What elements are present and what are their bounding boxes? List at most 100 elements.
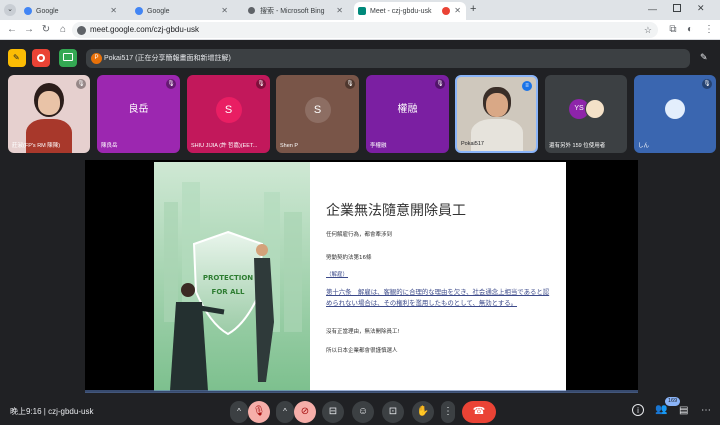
forward-icon[interactable]: → [22, 23, 36, 37]
participant-avatar-photo [665, 99, 685, 119]
chat-icon[interactable]: ▤ [679, 405, 688, 416]
participant-face [38, 91, 60, 115]
participant-name: しん [638, 143, 650, 149]
presenter-avatar: P [91, 53, 102, 64]
mic-off-icon: 🎙 [252, 406, 266, 417]
extensions-icon[interactable]: ⧉ [666, 23, 680, 37]
slide-line: 任何解雇行為，都會牽涉到 [326, 232, 393, 238]
present-button[interactable] [59, 49, 77, 67]
new-tab-button[interactable]: + [470, 3, 476, 15]
raise-hand-button[interactable]: ✋ [412, 401, 434, 423]
url-text: meet.google.com/czj-gbdu-usk [90, 25, 199, 34]
close-icon[interactable]: ✕ [454, 6, 461, 15]
participant-avatar-photo [585, 99, 605, 119]
participant-tile[interactable]: S 🎙 SHIU JIJIA (許 哲嘉)(EET... [187, 75, 270, 153]
participant-tile[interactable]: S 🎙 Shen P [276, 75, 359, 153]
address-bar[interactable]: meet.google.com/czj-gbdu-usk ☆ [72, 22, 658, 38]
slide-title: 企業無法隨意開除員工 [326, 203, 466, 219]
camera-toggle-button[interactable]: ⊘ [294, 401, 316, 423]
reload-icon[interactable]: ↻ [39, 23, 53, 37]
back-icon[interactable]: ← [5, 23, 19, 37]
shield-text-1: PROTECTION [203, 274, 253, 282]
bookmark-star-icon[interactable]: ☆ [644, 22, 652, 38]
participant-name: 李權融 [370, 143, 387, 149]
leave-call-button[interactable]: ☎ [462, 401, 496, 423]
tab-google-2[interactable]: Google ✕ [131, 2, 233, 20]
mic-off-icon: 🎙 [345, 79, 355, 89]
slide-line: （解雇） [326, 272, 349, 278]
participant-tile[interactable]: 權融 🎙 李權融 [366, 75, 449, 153]
tab-title: 搜索 - Microsoft Bing [260, 8, 325, 15]
participant-count-badge: 169 [665, 397, 681, 406]
participant-tile[interactable]: 🎙 莊淑(FP's RM 陳陳) [8, 75, 90, 153]
slide-filmstrip [85, 390, 638, 393]
annotate-pen-icon[interactable]: ✎ [700, 52, 708, 63]
presenter-banner-text: Pokai517 (正在分享簡報畫面和新增註解) [104, 55, 231, 62]
stop-record-button[interactable] [32, 49, 50, 67]
profile-icon[interactable]: ◐ [683, 23, 697, 37]
mic-off-icon: 🎙 [702, 79, 712, 89]
close-icon[interactable]: ✕ [221, 6, 228, 15]
reactions-button[interactable]: ☺ [352, 401, 374, 423]
meeting-details-icon[interactable]: i [632, 404, 644, 416]
annotation-button[interactable]: ✎ [8, 49, 26, 67]
tab-title: Google [36, 7, 59, 15]
screen-icon [63, 53, 73, 61]
home-icon[interactable]: ⌂ [56, 23, 70, 37]
slide-line: 沒有正當理由，無法開除員工! [326, 329, 400, 335]
slide-article-text: 第十六条 解雇は、客観的に合理的な理由を欠き、社会通念上相当であると認められない… [326, 288, 550, 307]
people-icon[interactable]: 👥 [655, 404, 667, 415]
mic-toggle-button[interactable]: 🎙 [248, 401, 270, 423]
emoji-icon: ☺ [357, 406, 369, 417]
recording-indicator-icon [442, 7, 450, 15]
speaking-icon: ≡ [522, 81, 532, 91]
participant-avatar: S [215, 97, 242, 123]
mic-options-button[interactable]: ^ [230, 401, 248, 423]
tab-meet[interactable]: Meet - czj-gbdu-usk ✕ [354, 2, 466, 20]
participant-tile[interactable]: 良岳 🎙 陳良岳 [97, 75, 180, 153]
participant-avatar: 良岳 [128, 104, 149, 115]
presenter-banner: P Pokai517 (正在分享簡報畫面和新增註解) [86, 49, 690, 68]
slide-line: 所以日本企業都會很謹慎選人 [326, 348, 398, 354]
menu-icon[interactable]: ⋮ [702, 23, 716, 37]
google-icon [24, 7, 32, 15]
presentation-slide[interactable]: PROTECTION FOR ALL 企業無法隨意開除員工 任何解雇行為，都會牽… [154, 162, 566, 391]
more-participants-label: 還有另外 159 位使用者 [549, 143, 606, 149]
present-screen-icon: ⊡ [388, 406, 398, 417]
tab-google-1[interactable]: Google ✕ [20, 2, 122, 20]
participant-avatar: 權融 [397, 104, 418, 115]
end-call-icon: ☎ [472, 406, 486, 417]
slide-text-area: 企業無法隨意開除員工 任何解雇行為，都會牽涉到 勞動契約法第16條 （解雇） 第… [326, 162, 558, 391]
meeting-time-code: 晚上9:16 | czj-gbdu-usk [10, 407, 94, 416]
slide-line: 勞動契約法第16條 [326, 255, 372, 261]
activities-icon[interactable]: ⋯ [701, 405, 711, 416]
participant-tile[interactable]: 🎙 しん [634, 75, 716, 153]
site-info-icon[interactable] [77, 26, 86, 35]
minimize-icon[interactable]: — [648, 4, 657, 14]
maximize-icon[interactable] [673, 4, 681, 12]
participant-name: Pokai517 [461, 141, 484, 147]
google-icon [135, 7, 143, 15]
tab-bing[interactable]: 搜索 - Microsoft Bing ✕ [244, 2, 348, 20]
tab-search-button[interactable]: ⌄ [4, 4, 16, 16]
pen-icon: ✎ [13, 53, 20, 62]
participant-name: Shen P [280, 143, 299, 149]
more-options-button[interactable]: ⋮ [441, 401, 455, 423]
camera-options-button[interactable]: ^ [276, 401, 294, 423]
participant-body [471, 119, 523, 151]
more-participants-tile[interactable]: YS 還有另外 159 位使用者 [545, 75, 627, 153]
present-now-button[interactable]: ⊡ [382, 401, 404, 423]
close-icon[interactable]: ✕ [336, 6, 343, 15]
close-icon[interactable]: ✕ [110, 6, 117, 15]
shield-text-2: FOR ALL [212, 288, 245, 296]
window-close-icon[interactable]: ✕ [697, 3, 705, 14]
participant-name: 莊淑(FP's RM 陳陳) [12, 143, 61, 149]
participant-face [486, 93, 508, 117]
camera-off-icon: ⊘ [300, 406, 310, 417]
participant-tile-speaking[interactable]: ≡ Pokai517 [455, 75, 538, 153]
participant-avatar: S [304, 97, 331, 123]
captions-button[interactable]: ⊟ [322, 401, 344, 423]
hand-icon: ✋ [416, 406, 430, 417]
more-vert-icon: ⋮ [443, 406, 453, 417]
browser-tab-strip: ⌄ Google ✕ Google ✕ 搜索 - Microsoft Bing … [0, 0, 720, 20]
